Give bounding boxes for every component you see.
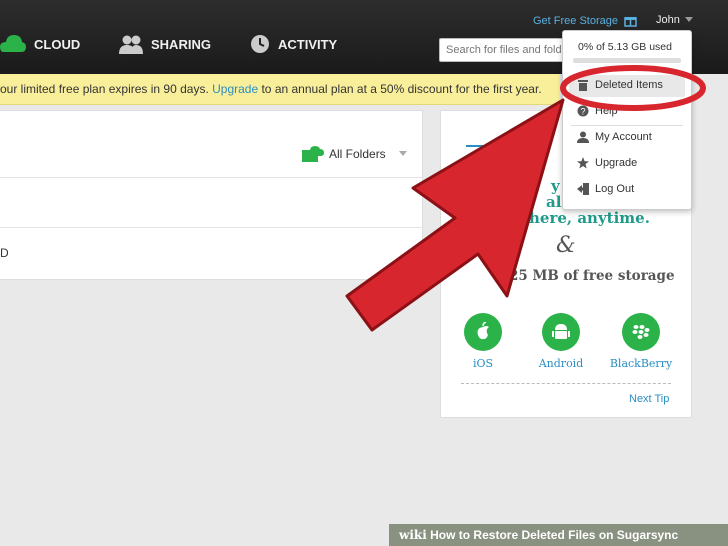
wiki-logo: wiki <box>399 528 427 542</box>
red-arrow <box>345 98 565 332</box>
highlight-ellipse <box>560 65 706 111</box>
wiki-title-bar: wiki How to Restore Deleted Files on Sug… <box>389 524 728 546</box>
article-title: How to Restore Deleted Files on Sugarsyn… <box>430 528 679 542</box>
annotation-overlay <box>345 65 706 332</box>
